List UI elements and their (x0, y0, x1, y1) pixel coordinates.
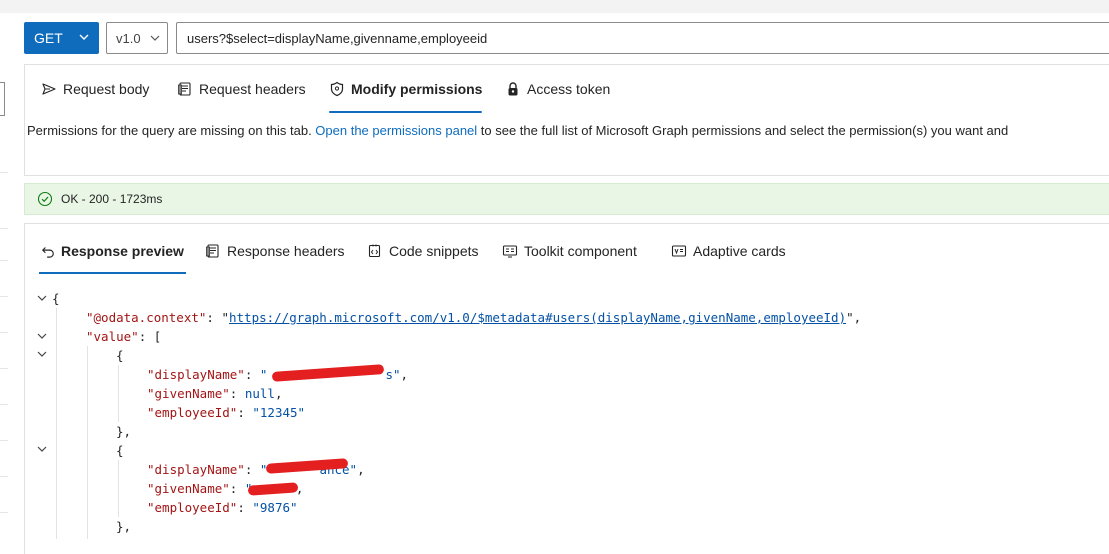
tab-label: Toolkit component (524, 243, 637, 259)
tab-access-token[interactable]: Access token (505, 65, 610, 113)
tab-request-headers[interactable]: Request headers (177, 65, 306, 113)
check-circle-icon (37, 191, 53, 207)
chevron-down-icon (150, 35, 160, 41)
headers-icon (206, 244, 219, 258)
request-panel: Request body Request headers Modify perm… (24, 64, 1109, 176)
sidebar-divider (0, 332, 8, 333)
active-tab-indicator (39, 272, 186, 274)
sidebar-divider (0, 512, 8, 513)
tab-label: Response preview (61, 243, 184, 259)
open-permissions-panel-link[interactable]: Open the permissions panel (315, 123, 477, 138)
odata-context-link[interactable]: https://graph.microsoft.com/v1.0/$metada… (229, 310, 846, 325)
query-url-value: users?$select=displayName,givenname,empl… (187, 30, 488, 46)
shield-icon (330, 81, 344, 97)
headers-icon (178, 82, 191, 96)
tab-toolkit-component[interactable]: Toolkit component (502, 230, 637, 272)
lock-icon (508, 82, 518, 96)
send-icon (42, 83, 56, 95)
query-url-input[interactable]: users?$select=displayName,givenname,empl… (176, 22, 1109, 54)
tab-response-headers[interactable]: Response headers (205, 230, 345, 272)
sidebar-divider (0, 368, 8, 369)
tab-label: Modify permissions (351, 81, 483, 97)
tab-code-snippets[interactable]: Code snippets (367, 230, 479, 272)
top-strip (0, 0, 1109, 13)
http-method-label: GET (34, 30, 63, 46)
tab-adaptive-cards[interactable]: Adaptive cards (671, 230, 786, 272)
sidebar-divider (0, 260, 8, 261)
tab-label: Request headers (199, 81, 306, 97)
sidebar-divider (0, 172, 8, 173)
tab-request-body[interactable]: Request body (41, 65, 149, 113)
tab-label: Request body (63, 81, 150, 97)
card-icon (671, 245, 687, 257)
left-sidebar-item[interactable] (0, 82, 5, 116)
response-status-bar: OK - 200 - 1723ms (24, 183, 1109, 215)
chevron-down-icon (79, 34, 89, 40)
toolkit-icon (502, 245, 518, 258)
code-snippet-icon (368, 244, 381, 258)
version-dropdown[interactable]: v1.0 (106, 22, 168, 54)
tab-label: Response headers (227, 243, 345, 259)
tab-label: Code snippets (389, 243, 479, 259)
active-tab-indicator (329, 111, 483, 113)
tab-response-preview[interactable]: Response preview (39, 230, 186, 274)
sidebar-divider (0, 228, 8, 229)
undo-arrow-icon (41, 247, 54, 258)
sidebar-divider (0, 476, 8, 477)
sidebar-divider (0, 296, 8, 297)
status-text: OK - 200 - 1723ms (61, 192, 163, 206)
tab-label: Adaptive cards (693, 243, 786, 259)
response-panel: Response preview Response headers Code s… (24, 223, 1109, 554)
http-method-dropdown[interactable]: GET (24, 22, 99, 54)
permissions-message: Permissions for the query are missing on… (27, 123, 1009, 138)
sidebar-divider (0, 404, 8, 405)
tab-modify-permissions[interactable]: Modify permissions (329, 65, 483, 113)
tab-label: Access token (527, 81, 611, 97)
version-label: v1.0 (116, 30, 141, 46)
sidebar-divider (0, 440, 8, 441)
